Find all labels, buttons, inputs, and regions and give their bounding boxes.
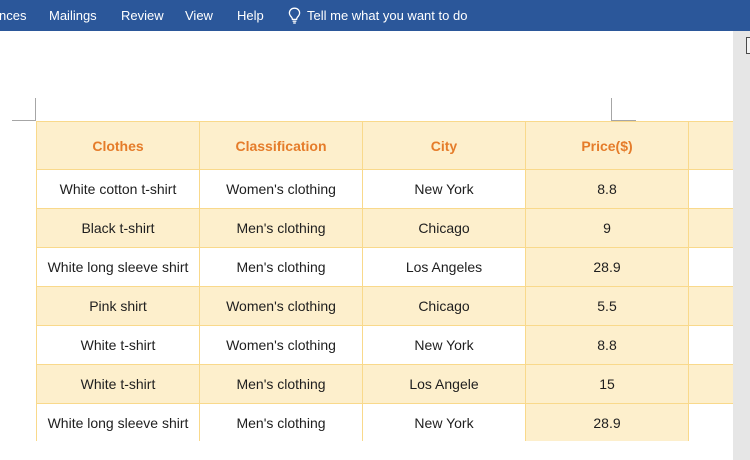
tab-review[interactable]: Review — [121, 0, 164, 31]
tab-help[interactable]: Help — [237, 0, 264, 31]
cell-classification[interactable]: Women's clothing — [199, 286, 363, 326]
cell-price[interactable]: 5.5 — [525, 286, 689, 326]
cell-city[interactable]: Chicago — [362, 286, 526, 326]
cell-classification[interactable]: Women's clothing — [199, 325, 363, 365]
tab-mailings[interactable]: Mailings — [49, 0, 97, 31]
table-row: White t-shirt Men's clothing Los Angele … — [36, 364, 733, 404]
document-table: Clothes Classification City Price($) S W… — [36, 121, 733, 441]
scrollbar-thumb[interactable] — [746, 37, 750, 54]
cell-extra[interactable] — [688, 325, 733, 365]
cell-price[interactable]: 28.9 — [525, 403, 689, 441]
margin-mark-left-horizontal — [12, 120, 36, 121]
vertical-scrollbar[interactable] — [733, 31, 750, 460]
cell-city[interactable]: New York — [362, 325, 526, 365]
table-row: Pink shirt Women's clothing Chicago 5.5 — [36, 286, 733, 326]
margin-mark-left-vertical — [35, 98, 36, 121]
table-row: White t-shirt Women's clothing New York … — [36, 325, 733, 365]
lightbulb-icon — [288, 7, 301, 24]
tab-references[interactable]: nces — [0, 0, 26, 31]
table-row: White long sleeve shirt Men's clothing N… — [36, 403, 733, 441]
cell-city[interactable]: Los Angeles — [362, 247, 526, 287]
cell-extra[interactable] — [688, 364, 733, 404]
cell-city[interactable]: Chicago — [362, 208, 526, 248]
cell-extra[interactable] — [688, 208, 733, 248]
cell-city[interactable]: Los Angele — [362, 364, 526, 404]
header-partial[interactable]: S — [688, 121, 733, 170]
header-price[interactable]: Price($) — [525, 121, 689, 170]
cell-price[interactable]: 8.8 — [525, 325, 689, 365]
table-row: White cotton t-shirt Women's clothing Ne… — [36, 169, 733, 209]
cell-extra[interactable] — [688, 286, 733, 326]
table-row: White long sleeve shirt Men's clothing L… — [36, 247, 733, 287]
table-row: Black t-shirt Men's clothing Chicago 9 — [36, 208, 733, 248]
tab-view[interactable]: View — [185, 0, 213, 31]
cell-city[interactable]: New York — [362, 403, 526, 441]
cell-city[interactable]: New York — [362, 169, 526, 209]
cell-clothes[interactable]: White t-shirt — [36, 364, 200, 404]
cell-classification[interactable]: Men's clothing — [199, 364, 363, 404]
cell-classification[interactable]: Men's clothing — [199, 403, 363, 441]
cell-extra[interactable] — [688, 169, 733, 209]
cell-classification[interactable]: Women's clothing — [199, 169, 363, 209]
cell-classification[interactable]: Men's clothing — [199, 247, 363, 287]
header-clothes[interactable]: Clothes — [36, 121, 200, 170]
cell-extra[interactable] — [688, 403, 733, 441]
header-classification[interactable]: Classification — [199, 121, 363, 170]
cell-price[interactable]: 9 — [525, 208, 689, 248]
cell-price[interactable]: 15 — [525, 364, 689, 404]
table-header-row: Clothes Classification City Price($) S — [36, 121, 733, 170]
cell-classification[interactable]: Men's clothing — [199, 208, 363, 248]
cell-clothes[interactable]: White long sleeve shirt — [36, 247, 200, 287]
cell-extra[interactable] — [688, 247, 733, 287]
ribbon-tab-bar: nces Mailings Review View Help Tell me w… — [0, 0, 750, 31]
clothes-table: Clothes Classification City Price($) S W… — [36, 121, 733, 441]
cell-clothes[interactable]: Black t-shirt — [36, 208, 200, 248]
cell-clothes[interactable]: White t-shirt — [36, 325, 200, 365]
header-city[interactable]: City — [362, 121, 526, 170]
cell-clothes[interactable]: White long sleeve shirt — [36, 403, 200, 441]
cell-price[interactable]: 8.8 — [525, 169, 689, 209]
tell-me-text: Tell me what you want to do — [307, 8, 468, 23]
cell-clothes[interactable]: White cotton t-shirt — [36, 169, 200, 209]
cell-clothes[interactable]: Pink shirt — [36, 286, 200, 326]
cell-price[interactable]: 28.9 — [525, 247, 689, 287]
margin-mark-right-vertical — [611, 98, 612, 121]
